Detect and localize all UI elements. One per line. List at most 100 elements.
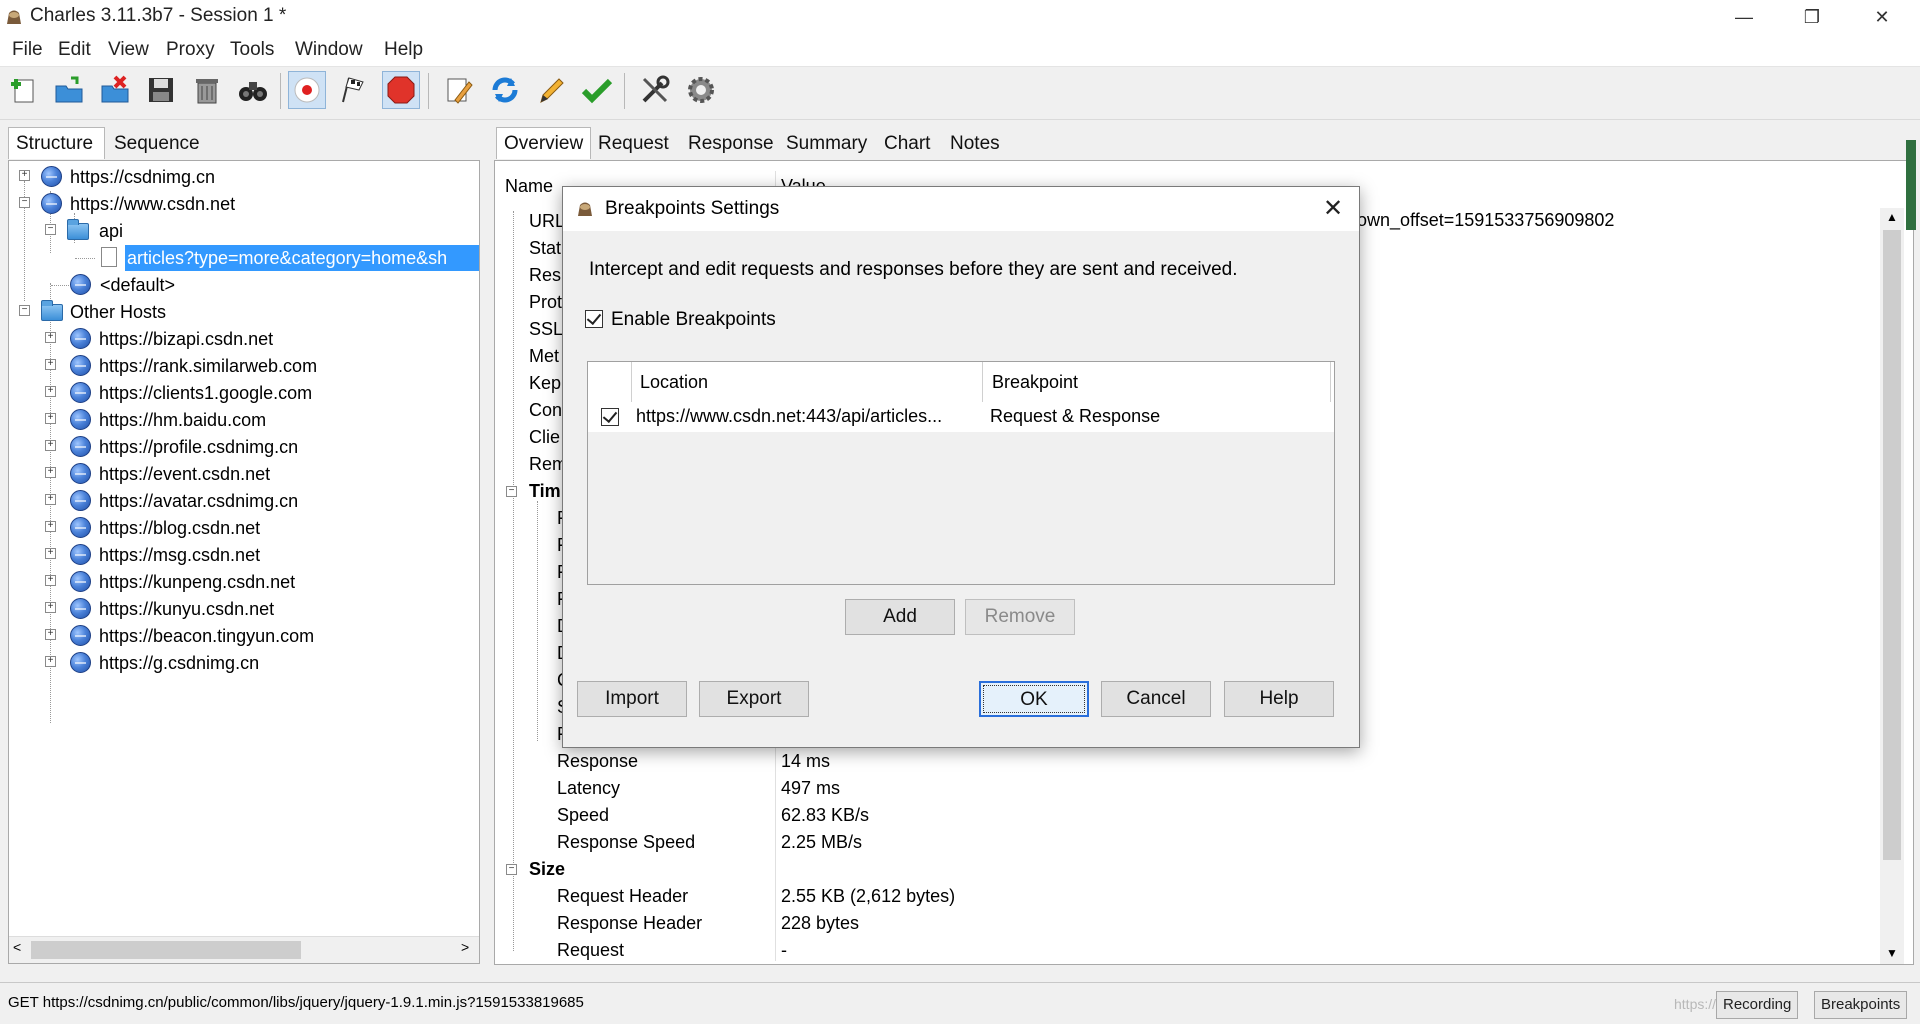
- tab-notes[interactable]: Notes: [942, 127, 1008, 159]
- tree-host[interactable]: https://blog.csdn.net: [99, 515, 260, 541]
- checkmark-icon: [586, 309, 602, 326]
- tree-guide: [513, 211, 514, 951]
- tree-host[interactable]: https://msg.csdn.net: [99, 542, 260, 568]
- import-button[interactable]: Import: [577, 681, 687, 717]
- charles-app-icon: [578, 202, 592, 216]
- expand-toggle[interactable]: +: [45, 548, 56, 559]
- tree-other-hosts[interactable]: Other Hosts: [70, 299, 166, 325]
- cancel-button[interactable]: Cancel: [1101, 681, 1211, 717]
- repeat-button[interactable]: [486, 71, 524, 109]
- expand-toggle[interactable]: +: [45, 413, 56, 424]
- column-header-location[interactable]: Location: [640, 372, 708, 393]
- row-enabled-checkbox[interactable]: [601, 407, 619, 426]
- expand-toggle[interactable]: +: [45, 494, 56, 505]
- compose-button[interactable]: [440, 71, 478, 109]
- expand-toggle[interactable]: +: [45, 629, 56, 640]
- tab-chart[interactable]: Chart: [876, 127, 938, 159]
- menu-window[interactable]: Window: [295, 39, 363, 61]
- scroll-right-icon[interactable]: >: [461, 939, 469, 955]
- enable-breakpoints-checkbox[interactable]: [585, 309, 603, 328]
- tree-host[interactable]: https://rank.similarweb.com: [99, 353, 317, 379]
- scroll-down-icon[interactable]: ▼: [1886, 946, 1898, 960]
- expand-toggle[interactable]: +: [19, 170, 30, 181]
- tree-host[interactable]: https://kunyu.csdn.net: [99, 596, 274, 622]
- tree-folder-api[interactable]: api: [99, 218, 123, 244]
- save-session-button[interactable]: [142, 71, 180, 109]
- ok-button[interactable]: OK: [979, 681, 1089, 717]
- new-session-button[interactable]: [4, 71, 42, 109]
- tree-host[interactable]: https://g.csdnimg.cn: [99, 650, 259, 676]
- collapse-toggle[interactable]: −: [19, 305, 30, 316]
- right-vertical-scrollbar[interactable]: ▲ ▼: [1880, 208, 1904, 964]
- tab-sequence[interactable]: Sequence: [106, 127, 208, 159]
- menu-help[interactable]: Help: [384, 39, 423, 61]
- table-row[interactable]: https://www.csdn.net:443/api/articles...…: [588, 402, 1334, 432]
- expand-toggle[interactable]: +: [45, 332, 56, 343]
- collapse-toggle[interactable]: −: [19, 197, 30, 208]
- column-header-name[interactable]: Name: [505, 171, 553, 201]
- clear-session-button[interactable]: [188, 71, 226, 109]
- restore-button[interactable]: ❐: [1782, 0, 1842, 34]
- compose-icon: [447, 78, 473, 104]
- column-header-breakpoint[interactable]: Breakpoint: [992, 372, 1078, 393]
- minimize-button[interactable]: —: [1714, 0, 1774, 34]
- scroll-up-icon[interactable]: ▲: [1886, 210, 1898, 224]
- tree-host[interactable]: https://clients1.google.com: [99, 380, 312, 406]
- record-button[interactable]: [288, 71, 326, 109]
- expand-toggle[interactable]: +: [45, 521, 56, 532]
- tools-button[interactable]: [636, 71, 674, 109]
- toolbar-separator: [280, 73, 281, 109]
- tree-host[interactable]: https://event.csdn.net: [99, 461, 270, 487]
- tab-response[interactable]: Response: [680, 127, 782, 159]
- scrollbar-thumb[interactable]: [31, 941, 301, 959]
- scroll-left-icon[interactable]: <: [13, 939, 21, 955]
- expand-toggle[interactable]: +: [45, 467, 56, 478]
- throttle-button[interactable]: [334, 71, 372, 109]
- export-button[interactable]: Export: [699, 681, 809, 717]
- tree-host-csdnimg[interactable]: https://csdnimg.cn: [70, 164, 215, 190]
- tab-structure[interactable]: Structure: [8, 127, 105, 159]
- close-session-button[interactable]: [96, 71, 134, 109]
- close-window-button[interactable]: ✕: [1852, 0, 1912, 34]
- menu-proxy[interactable]: Proxy: [166, 39, 215, 61]
- tree-host[interactable]: https://beacon.tingyun.com: [99, 623, 314, 649]
- expand-toggle[interactable]: +: [45, 440, 56, 451]
- recording-status-button[interactable]: Recording: [1716, 991, 1799, 1019]
- expand-toggle[interactable]: +: [45, 386, 56, 397]
- breakpoints-status-button[interactable]: Breakpoints: [1814, 991, 1908, 1019]
- expand-toggle[interactable]: +: [45, 359, 56, 370]
- collapse-toggle[interactable]: −: [506, 486, 517, 497]
- tree-host-www-csdn[interactable]: https://www.csdn.net: [70, 191, 235, 217]
- tree-host[interactable]: https://profile.csdnimg.cn: [99, 434, 298, 460]
- expand-toggle[interactable]: +: [45, 656, 56, 667]
- tree-default[interactable]: <default>: [100, 272, 175, 298]
- tree-host[interactable]: https://kunpeng.csdn.net: [99, 569, 295, 595]
- edit-button[interactable]: [532, 71, 570, 109]
- add-button[interactable]: Add: [845, 599, 955, 635]
- dialog-close-icon[interactable]: ✕: [1313, 191, 1353, 227]
- menu-file[interactable]: File: [12, 39, 43, 61]
- settings-button[interactable]: [682, 71, 720, 109]
- remove-button[interactable]: Remove: [965, 599, 1075, 635]
- tree-host[interactable]: https://bizapi.csdn.net: [99, 326, 273, 352]
- left-horizontal-scrollbar[interactable]: < >: [9, 936, 479, 963]
- menu-view[interactable]: View: [108, 39, 149, 61]
- find-button[interactable]: [234, 71, 272, 109]
- tree-host[interactable]: https://hm.baidu.com: [99, 407, 266, 433]
- tree-request-articles[interactable]: articles?type=more&category=home&sh: [125, 245, 479, 271]
- scrollbar-thumb[interactable]: [1883, 230, 1901, 860]
- help-button[interactable]: Help: [1224, 681, 1334, 717]
- menu-edit[interactable]: Edit: [58, 39, 91, 61]
- validate-button[interactable]: [578, 71, 616, 109]
- expand-toggle[interactable]: +: [45, 575, 56, 586]
- tab-request[interactable]: Request: [590, 127, 677, 159]
- expand-toggle[interactable]: +: [45, 602, 56, 613]
- collapse-toggle[interactable]: −: [506, 864, 517, 875]
- open-session-button[interactable]: [50, 71, 88, 109]
- collapse-toggle[interactable]: −: [45, 224, 56, 235]
- breakpoints-button[interactable]: [382, 71, 420, 109]
- tab-overview[interactable]: Overview: [496, 127, 592, 159]
- tab-summary[interactable]: Summary: [778, 127, 875, 159]
- tree-host[interactable]: https://avatar.csdnimg.cn: [99, 488, 298, 514]
- menu-tools[interactable]: Tools: [230, 39, 274, 61]
